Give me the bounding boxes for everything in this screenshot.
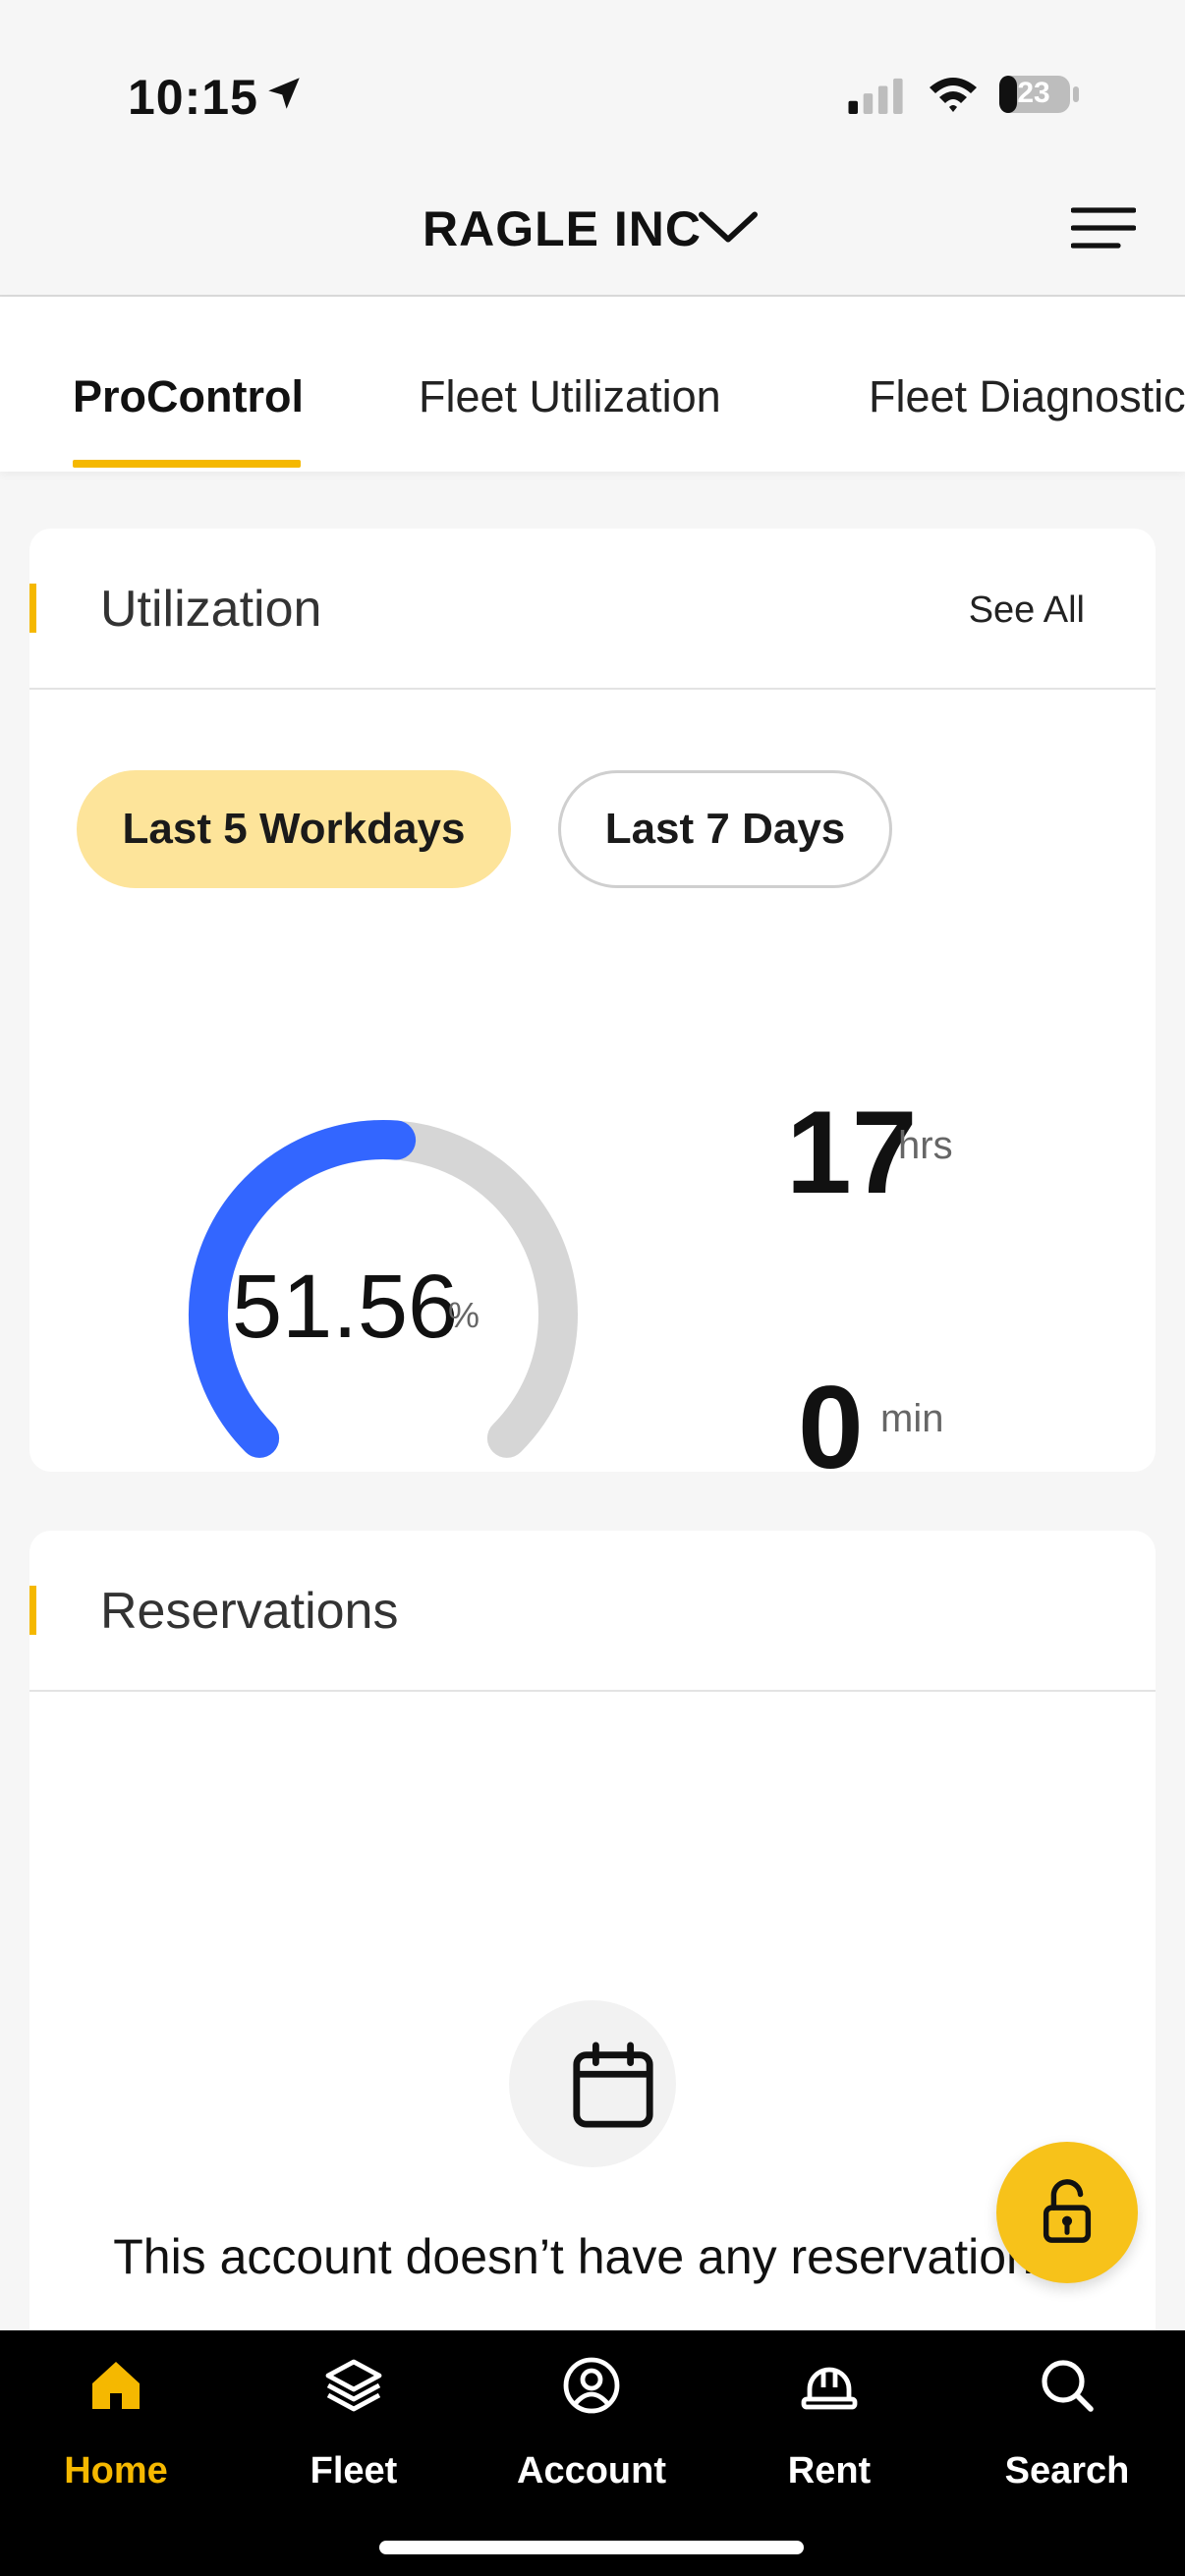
unlock-icon [1043,2179,1092,2243]
battery-level: 23 [1017,77,1050,109]
minutes-value: 0 [798,1362,864,1472]
tab-fleet-utilization[interactable]: Fleet Utilization [419,371,721,422]
status-time: 10:15 [128,70,258,125]
tab-procontrol[interactable]: ProControl [73,371,304,422]
tab-bar: ProControl Fleet Utilization Fleet Diagn… [0,297,1185,472]
status-bar: 10:15 23 [0,0,1185,157]
reservations-card-header: Reservations [29,1531,1156,1692]
nav-rent-label: Rent [787,2450,872,2492]
nav-home-label: Home [64,2450,168,2492]
unlock-fab-button[interactable] [996,2142,1138,2283]
utilization-title: Utilization [100,581,322,638]
tab-fleet-diagnostics[interactable]: Fleet Diagnostics [869,371,1185,422]
nav-rent[interactable]: Rent [731,2356,928,2513]
cellular-signal-icon [848,78,903,114]
section-accent-bar [29,1586,36,1635]
calendar-icon [573,2042,653,2128]
nav-account[interactable]: Account [493,2356,690,2513]
hard-hat-icon [801,2367,858,2410]
nav-fleet-label: Fleet [310,2450,398,2492]
reservations-title: Reservations [100,1583,399,1640]
location-arrow-icon [268,78,300,109]
chevron-down-icon[interactable] [698,210,759,246]
utilization-card: Utilization See All Last 5 Workdays Last… [29,529,1156,1472]
nav-account-label: Account [517,2450,666,2492]
nav-home[interactable]: Home [18,2356,214,2513]
search-icon [1042,2360,1094,2412]
hamburger-menu-icon[interactable] [1071,206,1136,250]
utilization-percent-unit: % [448,1295,480,1335]
active-tab-indicator [73,460,301,468]
filter-last-7-days[interactable]: Last 7 Days [558,770,892,888]
layers-icon [325,2359,382,2412]
reservations-card: Reservations This account doesn’t have a… [29,1531,1156,2415]
minutes-unit: min [880,1397,944,1440]
hours-unit: hrs [898,1124,953,1167]
utilization-percent: 51.56 [232,1257,459,1357]
nav-fleet[interactable]: Fleet [255,2356,452,2513]
filter-last-5-workdays[interactable]: Last 5 Workdays [77,770,511,888]
bottom-navigation: Home Fleet Account Rent Search [0,2330,1185,2576]
account-icon [563,2357,620,2414]
nav-search[interactable]: Search [969,2356,1165,2513]
see-all-link[interactable]: See All [969,589,1085,632]
reservations-empty-message: This account doesn’t have any reservatio… [113,2229,1072,2284]
company-selector[interactable]: RAGLE INC [423,200,702,257]
home-indicator [379,2541,804,2554]
wifi-icon [930,78,977,112]
home-icon [92,2362,140,2409]
app-header: RAGLE INC [0,157,1185,297]
utilization-card-header: Utilization See All [29,529,1156,690]
nav-search-label: Search [1004,2450,1130,2492]
section-accent-bar [29,584,36,633]
